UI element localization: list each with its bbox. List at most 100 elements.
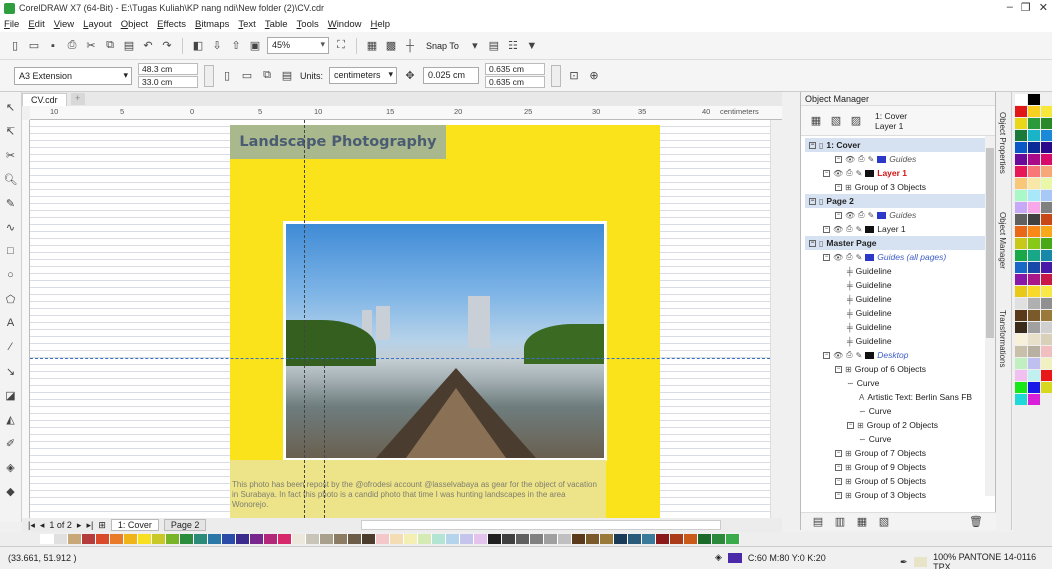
palette-swatch[interactable] [1015,202,1027,213]
palette-swatch[interactable] [194,534,208,544]
quick-customize-icon[interactable]: ▼ [525,39,539,53]
palette-swatch[interactable] [1028,226,1040,237]
zoom-level-select[interactable]: 45% [267,37,329,54]
palette-swatch[interactable] [1015,166,1027,177]
palette-swatch[interactable] [1041,154,1052,165]
palette-swatch[interactable] [516,534,530,544]
palette-swatch[interactable] [1028,118,1040,129]
all-pages-icon[interactable]: ⧉ [260,69,274,83]
menu-tools[interactable]: Tools [297,19,319,30]
new-master-layer-icon[interactable]: ▥ [833,515,847,529]
palette-swatch[interactable] [1015,370,1027,381]
show-object-properties-icon[interactable]: ▦ [809,114,823,128]
palette-swatch[interactable] [1015,298,1027,309]
expand-toggle-icon[interactable]: − [809,197,816,205]
last-page-icon[interactable]: ▸| [86,520,93,531]
palette-swatch[interactable] [1041,238,1052,249]
visibility-eye-icon[interactable]: 👁︎ [833,351,843,360]
palette-swatch[interactable] [1041,310,1052,321]
printable-icon[interactable]: ⎙ [858,210,864,220]
palette-swatch[interactable] [264,534,278,544]
tree-group-row[interactable]: − ⊞ Group of 9 Objects [801,460,995,474]
edit-across-layers-icon[interactable]: ▧ [829,114,843,128]
page-size-select[interactable]: A3 Extension [14,66,132,85]
menu-help[interactable]: Help [371,19,391,30]
parallel-dimension-icon[interactable]: ⁄ [4,340,18,354]
tab-object-manager[interactable]: Object Manager [998,212,1007,269]
tree-page-row[interactable]: − ▯ Master Page [805,236,991,250]
prev-page-icon[interactable]: ◂ [40,520,45,531]
horizontal-guideline[interactable] [30,358,770,359]
palette-swatch[interactable] [292,534,306,544]
layer-manager-view-icon[interactable]: ▨ [849,114,863,128]
menu-file[interactable]: File [4,19,19,30]
palette-swatch[interactable] [1028,190,1040,201]
editable-pencil-icon[interactable]: ✎ [856,351,863,360]
restore-icon[interactable]: ❐ [1021,1,1031,14]
printable-icon[interactable]: ⎙ [846,224,852,234]
palette-swatch[interactable] [656,534,670,544]
palette-swatch[interactable] [1028,382,1040,393]
palette-swatch[interactable] [1015,94,1027,105]
tree-group-row[interactable]: − ⊞ Group of 6 Objects [801,362,995,376]
duplicate-y-field[interactable]: 0.635 cm [485,76,546,88]
palette-swatch[interactable] [1028,250,1040,261]
palette-swatch[interactable] [1041,334,1052,345]
palette-swatch[interactable] [1041,94,1052,105]
page-tab-page-2[interactable]: Page 2 [163,519,207,531]
polygon-tool-icon[interactable]: ⬠ [4,292,18,306]
palette-swatch[interactable] [1041,286,1052,297]
palette-swatch[interactable] [1028,262,1040,273]
full-screen-icon[interactable]: ⛶ [334,39,348,53]
tree-guide-row[interactable]: ╪ Guideline [801,278,995,292]
vertical-guideline[interactable] [324,360,325,518]
edit-page-icon[interactable]: ⊡ [567,69,581,83]
palette-swatch[interactable] [1015,310,1027,321]
palette-swatch[interactable] [1028,154,1040,165]
new-master-even-icon[interactable]: ▧ [877,515,891,529]
page-width-field[interactable]: 48.3 cm [138,63,198,75]
palette-swatch[interactable] [1028,166,1040,177]
palette-swatch[interactable] [138,534,152,544]
snap-to-button[interactable]: Snap To [422,39,463,53]
tree-guide-row[interactable]: ╪ Guideline [801,334,995,348]
palette-swatch[interactable] [1015,262,1027,273]
palette-swatch[interactable] [404,534,418,544]
palette-swatch[interactable] [628,534,642,544]
show-guidelines-icon[interactable]: ┼ [403,39,417,53]
menu-effects[interactable]: Effects [157,19,186,30]
description-block[interactable]: This photo has been repost by the @ofrod… [230,460,606,518]
palette-swatch[interactable] [530,534,544,544]
tab-object-properties[interactable]: Object Properties [998,112,1007,174]
tab-transformations[interactable]: Transformations [998,310,1007,368]
palette-swatch[interactable] [166,534,180,544]
tree-guide-row[interactable]: ╪ Guideline [801,320,995,334]
copy-icon[interactable]: ⧉ [103,39,117,53]
tree-group-row[interactable]: − ⊞ Group of 7 Objects [801,446,995,460]
menu-view[interactable]: View [54,19,74,30]
palette-swatch[interactable] [1028,214,1040,225]
drawing-canvas[interactable]: Landscape Photography This photo has bee… [30,120,770,518]
options-icon[interactable]: ▤ [487,39,501,53]
menu-layout[interactable]: Layout [83,19,112,30]
palette-swatch[interactable] [1015,130,1027,141]
palette-swatch[interactable] [474,534,488,544]
expand-toggle-icon[interactable]: − [835,449,842,457]
tree-layer-row[interactable]: − 👁︎ ⎙ ✎ Layer 1 [801,222,995,236]
visibility-eye-icon[interactable]: 👁︎ [833,253,843,262]
palette-swatch[interactable] [1041,142,1052,153]
fill-indicator[interactable]: ◈ C:60 M:80 Y:0 K:20 [715,552,826,563]
tree-group-row[interactable]: − ⊞ Group of 5 Objects [801,474,995,488]
tree-page-row[interactable]: − ▯ Page 2 [805,194,991,208]
palette-swatch[interactable] [124,534,138,544]
landscape-icon[interactable]: ▭ [240,69,254,83]
palette-swatch[interactable] [82,534,96,544]
palette-swatch[interactable] [1028,358,1040,369]
next-page-icon[interactable]: ▸ [77,520,82,531]
palette-swatch[interactable] [1041,166,1052,177]
palette-swatch[interactable] [1015,154,1027,165]
palette-swatch[interactable] [180,534,194,544]
palette-swatch[interactable] [362,534,376,544]
new-layer-icon[interactable]: ▤ [811,515,825,529]
expand-toggle-icon[interactable]: − [809,239,816,247]
